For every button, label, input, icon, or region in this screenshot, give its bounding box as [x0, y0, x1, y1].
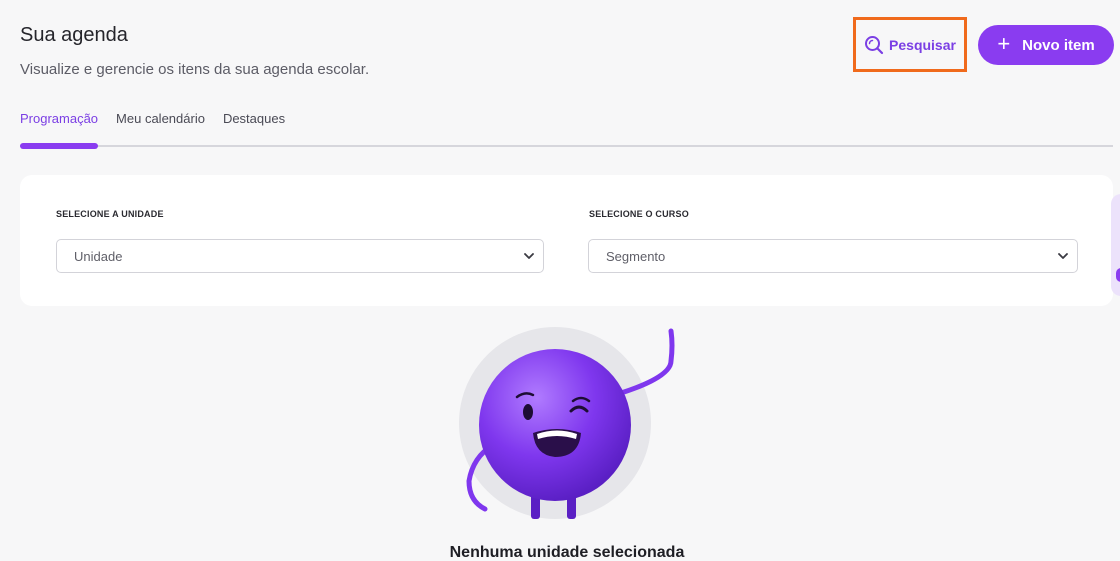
tab-bar: Programação Meu calendário Destaques: [20, 111, 285, 126]
tab-programacao[interactable]: Programação: [20, 111, 98, 126]
page-title: Sua agenda: [20, 24, 128, 46]
tab-meu-calendario[interactable]: Meu calendário: [116, 111, 205, 126]
course-select[interactable]: Segmento: [588, 239, 1078, 273]
new-item-button[interactable]: + Novo item: [978, 25, 1114, 65]
unit-select[interactable]: Unidade: [56, 239, 544, 273]
side-panel-handle[interactable]: [1111, 194, 1120, 296]
course-select-label: SELECIONE O CURSO: [589, 209, 689, 219]
empty-state-title: Nenhuma unidade selecionada: [449, 544, 685, 561]
plus-icon: +: [997, 31, 1011, 56]
active-tab-indicator: [20, 143, 98, 149]
unit-select-value: Unidade: [74, 248, 123, 264]
search-button[interactable]: Pesquisar: [853, 17, 967, 72]
new-item-button-label: Novo item: [1022, 36, 1095, 54]
tab-divider: [20, 145, 1113, 147]
unit-select-label: SELECIONE A UNIDADE: [56, 209, 164, 219]
search-icon: [865, 35, 884, 54]
course-select-value: Segmento: [606, 248, 666, 264]
chevron-down-icon: [524, 253, 534, 259]
agenda-page: Sua agenda Visualize e gerencie os itens…: [0, 0, 1120, 561]
mascot-illustration: [459, 327, 675, 519]
side-panel-dot: [1116, 268, 1120, 282]
tab-destaques[interactable]: Destaques: [223, 111, 285, 126]
search-button-label: Pesquisar: [889, 36, 956, 53]
chevron-down-icon: [1058, 253, 1068, 259]
filters-card: SELECIONE A UNIDADE Unidade SELECIONE O …: [20, 175, 1113, 306]
page-subtitle: Visualize e gerencie os itens da sua age…: [20, 61, 370, 78]
